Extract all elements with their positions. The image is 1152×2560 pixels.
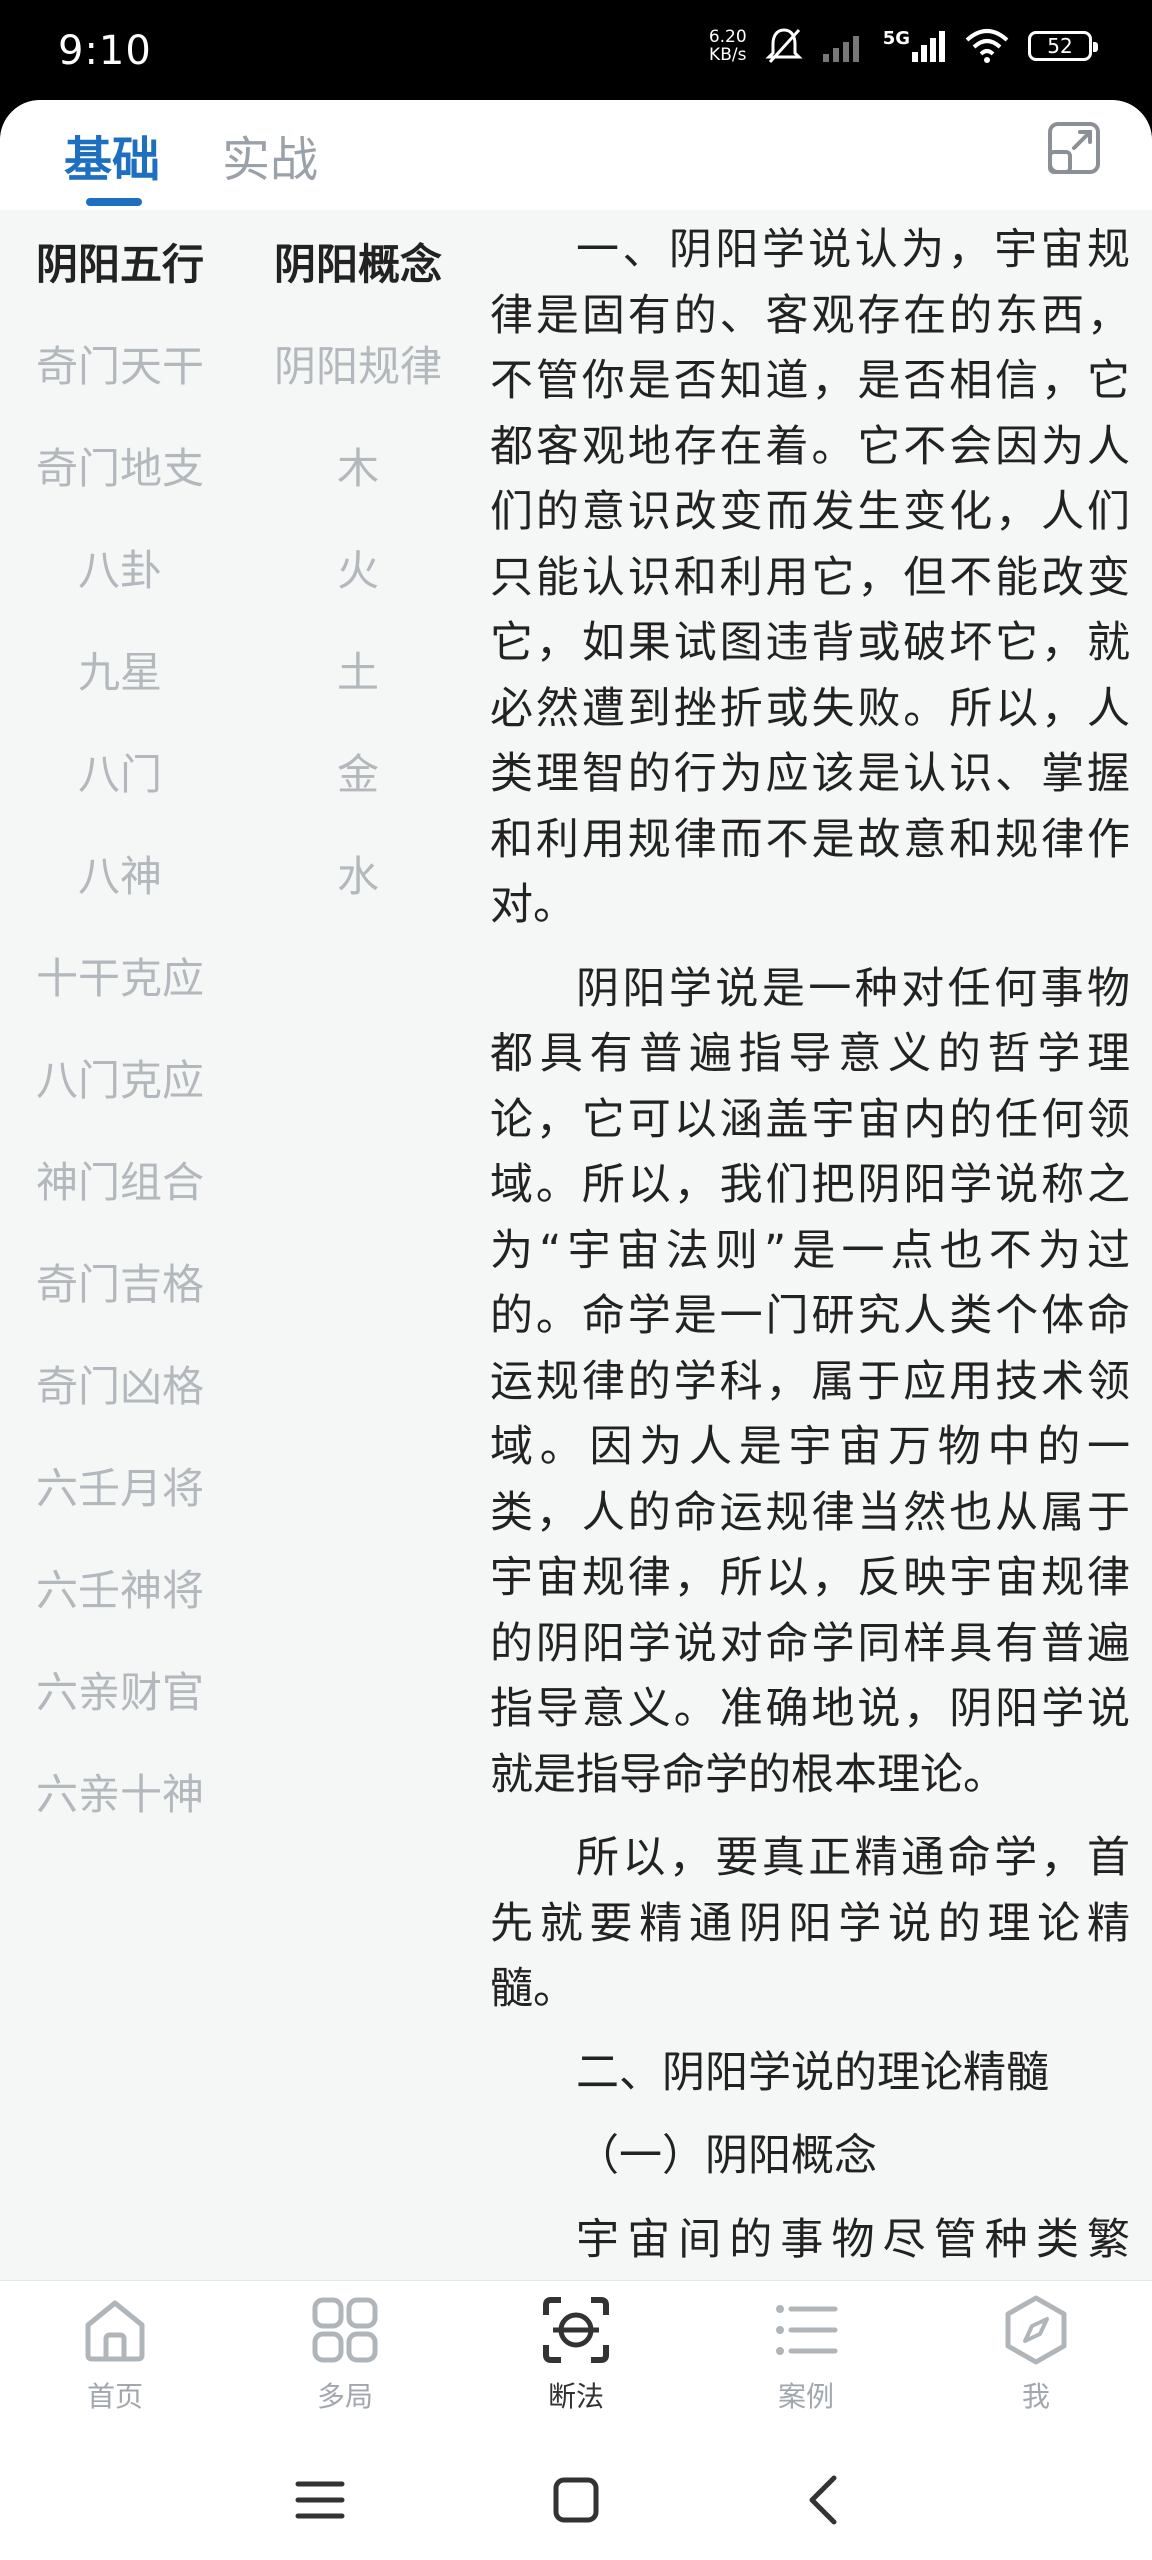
- home-square-icon[interactable]: [546, 2470, 606, 2530]
- expand-icon[interactable]: [1044, 118, 1104, 178]
- category-item[interactable]: 阴阳五行: [0, 210, 240, 312]
- back-icon[interactable]: [796, 2470, 856, 2530]
- category-item[interactable]: 十干克应: [0, 924, 240, 1026]
- category-item[interactable]: 奇门天干: [0, 312, 240, 414]
- system-nav-bar: [0, 2430, 1152, 2560]
- app-container: 基础 实战 阴阳五行 奇门天干 奇门地支 八卦 九星 八门 八神 十干克应 八门…: [0, 100, 1152, 2560]
- battery-icon: 52: [1028, 31, 1098, 61]
- no-signal-icon: [822, 36, 859, 62]
- category-item[interactable]: 八卦: [0, 516, 240, 618]
- article-paragraph: 一、阴阳学说认为，宇宙规律是固有的、客观存在的东西，不管你是否知道，是否相信，它…: [490, 225, 1130, 930]
- category-item[interactable]: 奇门凶格: [0, 1332, 240, 1434]
- status-icons: 6.20 KB/s 5G 52: [708, 26, 1098, 66]
- mute-bell-icon: [765, 28, 803, 64]
- topic-sidebar: 阴阳概念 阴阳规律 木 火 土 金 水: [240, 210, 476, 924]
- topic-item[interactable]: 木: [240, 414, 476, 516]
- category-item[interactable]: 奇门地支: [0, 414, 240, 516]
- topic-item[interactable]: 土: [240, 618, 476, 720]
- status-bar: 9:10 6.20 KB/s 5G 52: [0, 0, 1152, 100]
- category-item[interactable]: 六亲十神: [0, 1740, 240, 1842]
- article-subheading: （一）阴阳概念: [576, 2131, 877, 2181]
- topic-item[interactable]: 阴阳规律: [240, 312, 476, 414]
- topic-item[interactable]: 水: [240, 822, 476, 924]
- category-item[interactable]: 八门克应: [0, 1026, 240, 1128]
- cell-signal-icon: 5G: [883, 28, 946, 64]
- home-icon: [85, 2300, 145, 2362]
- scan-icon: [543, 2297, 609, 2363]
- article-content[interactable]: 一、阴阳学说认为，宇宙规律是固有的、客观存在的东西，不管你是否知道，是否相信，它…: [490, 210, 1130, 2380]
- category-item[interactable]: 八神: [0, 822, 240, 924]
- category-item[interactable]: 神门组合: [0, 1128, 240, 1230]
- nav-cases[interactable]: 案例: [746, 2295, 866, 2415]
- tab-basics[interactable]: 基础: [64, 120, 160, 190]
- article-heading: 二、阴阳学说的理论精髓: [576, 2047, 1049, 2098]
- category-item[interactable]: 六壬神将: [0, 1536, 240, 1638]
- article-paragraph: 阴阳学说是一种对任何事物都具有普遍指导意义的哲学理论，它可以涵盖宇宙内的任何领域…: [490, 963, 1130, 1800]
- nav-me[interactable]: 我: [976, 2295, 1096, 2415]
- compass-icon: [1005, 2295, 1067, 2365]
- article-paragraph: 所以，要真正精通命学，首先就要精通阴阳学说的理论精髓。: [490, 1833, 1130, 2014]
- nav-home[interactable]: 首页: [55, 2295, 175, 2415]
- topic-item[interactable]: 火: [240, 516, 476, 618]
- wifi-icon: [965, 29, 1009, 63]
- net-speed: 6.20 KB/s: [708, 27, 747, 65]
- category-item[interactable]: 六壬月将: [0, 1434, 240, 1536]
- category-item[interactable]: 八门: [0, 720, 240, 822]
- tab-practice[interactable]: 实战: [222, 120, 318, 190]
- category-item[interactable]: 奇门吉格: [0, 1230, 240, 1332]
- topic-item[interactable]: 阴阳概念: [240, 210, 476, 312]
- category-sidebar: 阴阳五行 奇门天干 奇门地支 八卦 九星 八门 八神 十干克应 八门克应 神门组…: [0, 210, 240, 1842]
- grid-icon: [312, 2297, 378, 2363]
- topic-item[interactable]: 金: [240, 720, 476, 822]
- list-icon: [776, 2305, 838, 2355]
- top-tab-bar: 基础 实战: [0, 100, 1152, 210]
- bottom-nav: 首页 多局 断法 案例 我: [0, 2280, 1152, 2430]
- nav-multi[interactable]: 多局: [285, 2295, 405, 2415]
- category-item[interactable]: 六亲财官: [0, 1638, 240, 1740]
- active-tab-indicator: [86, 198, 142, 206]
- category-item[interactable]: 九星: [0, 618, 240, 720]
- menu-icon[interactable]: [290, 2470, 350, 2530]
- nav-judge[interactable]: 断法: [516, 2295, 636, 2415]
- status-time: 9:10: [58, 28, 152, 74]
